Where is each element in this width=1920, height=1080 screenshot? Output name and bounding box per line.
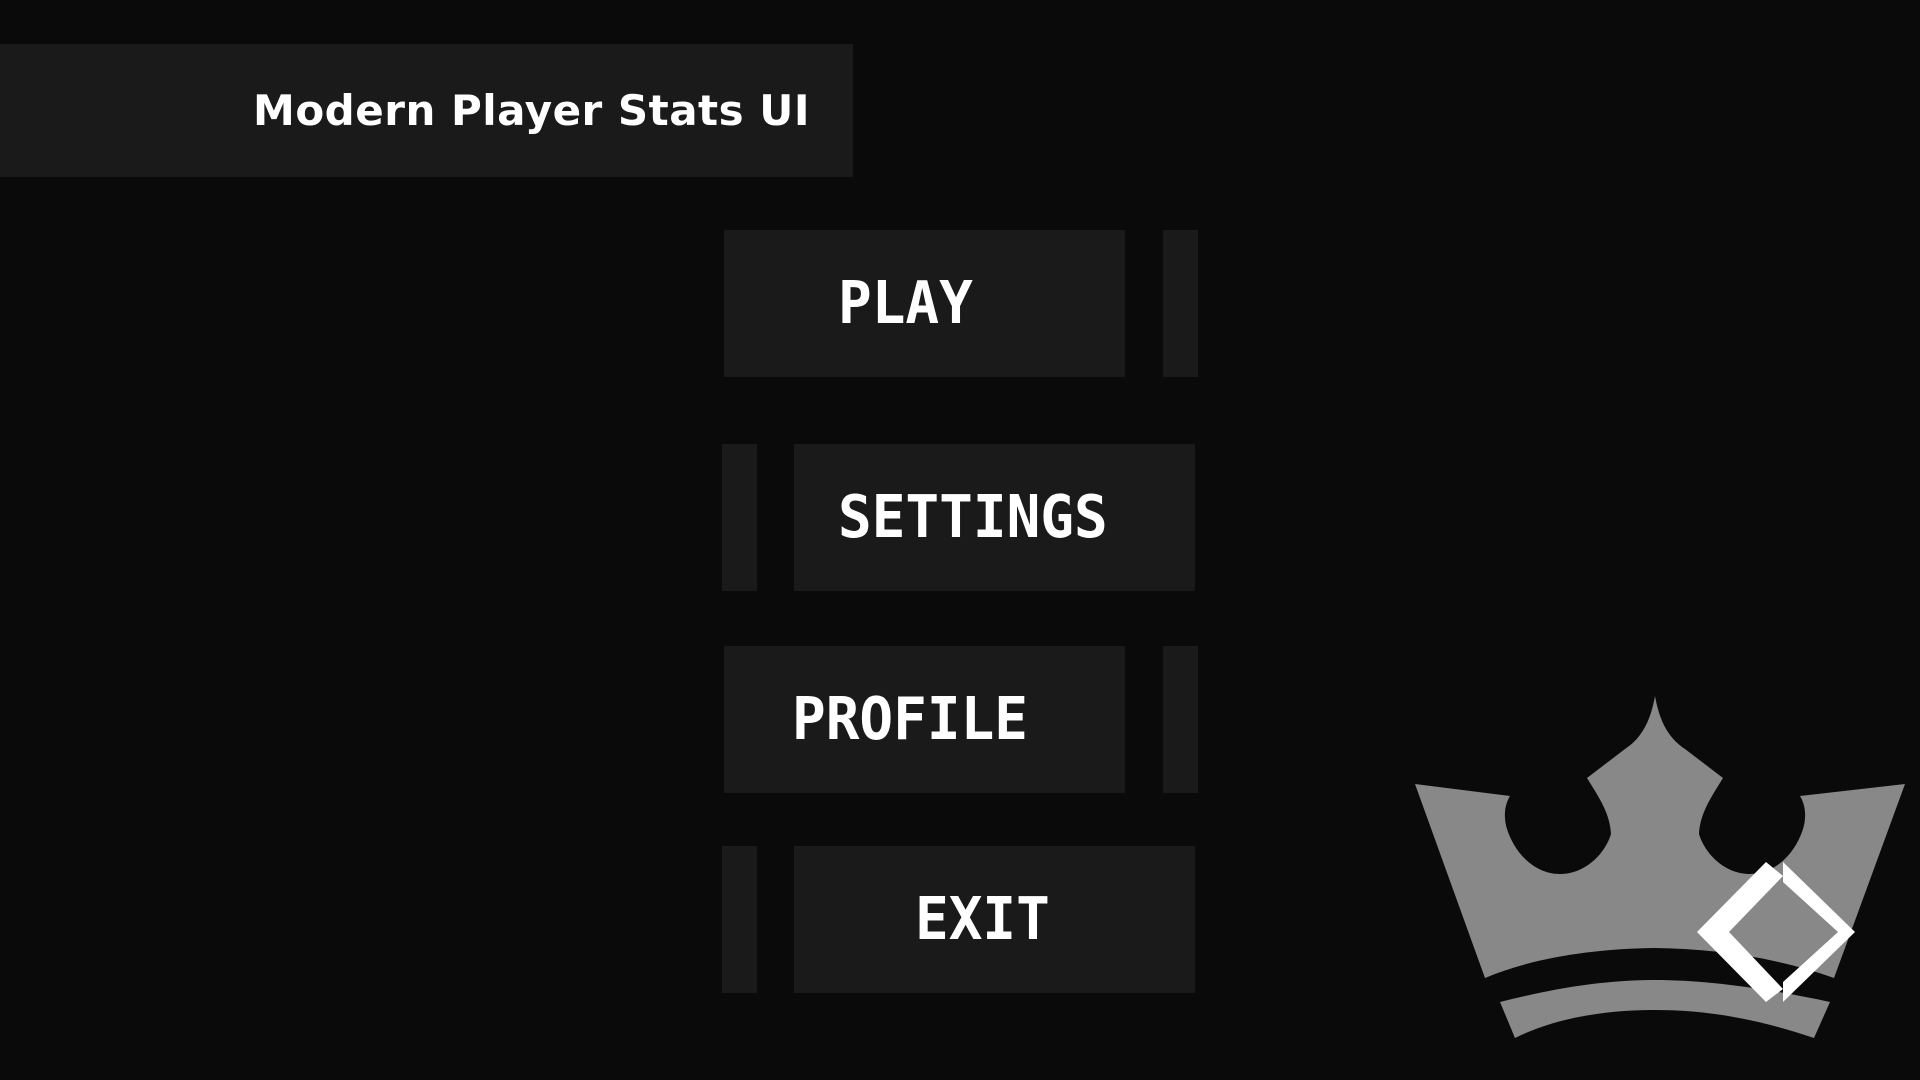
menu-row-profile: PROFILE	[724, 646, 1198, 793]
settings-accent-bar	[722, 444, 757, 591]
exit-button-label: EXIT	[915, 885, 1050, 954]
profile-accent-bar	[1163, 646, 1198, 793]
game-logo	[1415, 694, 1905, 1044]
page-title: Modern Player Stats UI	[253, 86, 810, 135]
settings-button-label: SETTINGS	[838, 483, 1108, 552]
menu-row-exit: EXIT	[722, 846, 1196, 993]
profile-button-label: PROFILE	[792, 685, 1029, 754]
menu-row-play: PLAY	[724, 230, 1198, 377]
exit-accent-bar	[722, 846, 757, 993]
diamond-brackets-icon	[1697, 862, 1855, 1002]
settings-button[interactable]: SETTINGS	[794, 444, 1195, 591]
title-bar: Modern Player Stats UI	[0, 44, 853, 177]
play-button-label: PLAY	[838, 269, 973, 338]
play-accent-bar	[1163, 230, 1198, 377]
profile-button[interactable]: PROFILE	[724, 646, 1125, 793]
menu-row-settings: SETTINGS	[722, 444, 1196, 591]
exit-button[interactable]: EXIT	[794, 846, 1195, 993]
play-button[interactable]: PLAY	[724, 230, 1125, 377]
